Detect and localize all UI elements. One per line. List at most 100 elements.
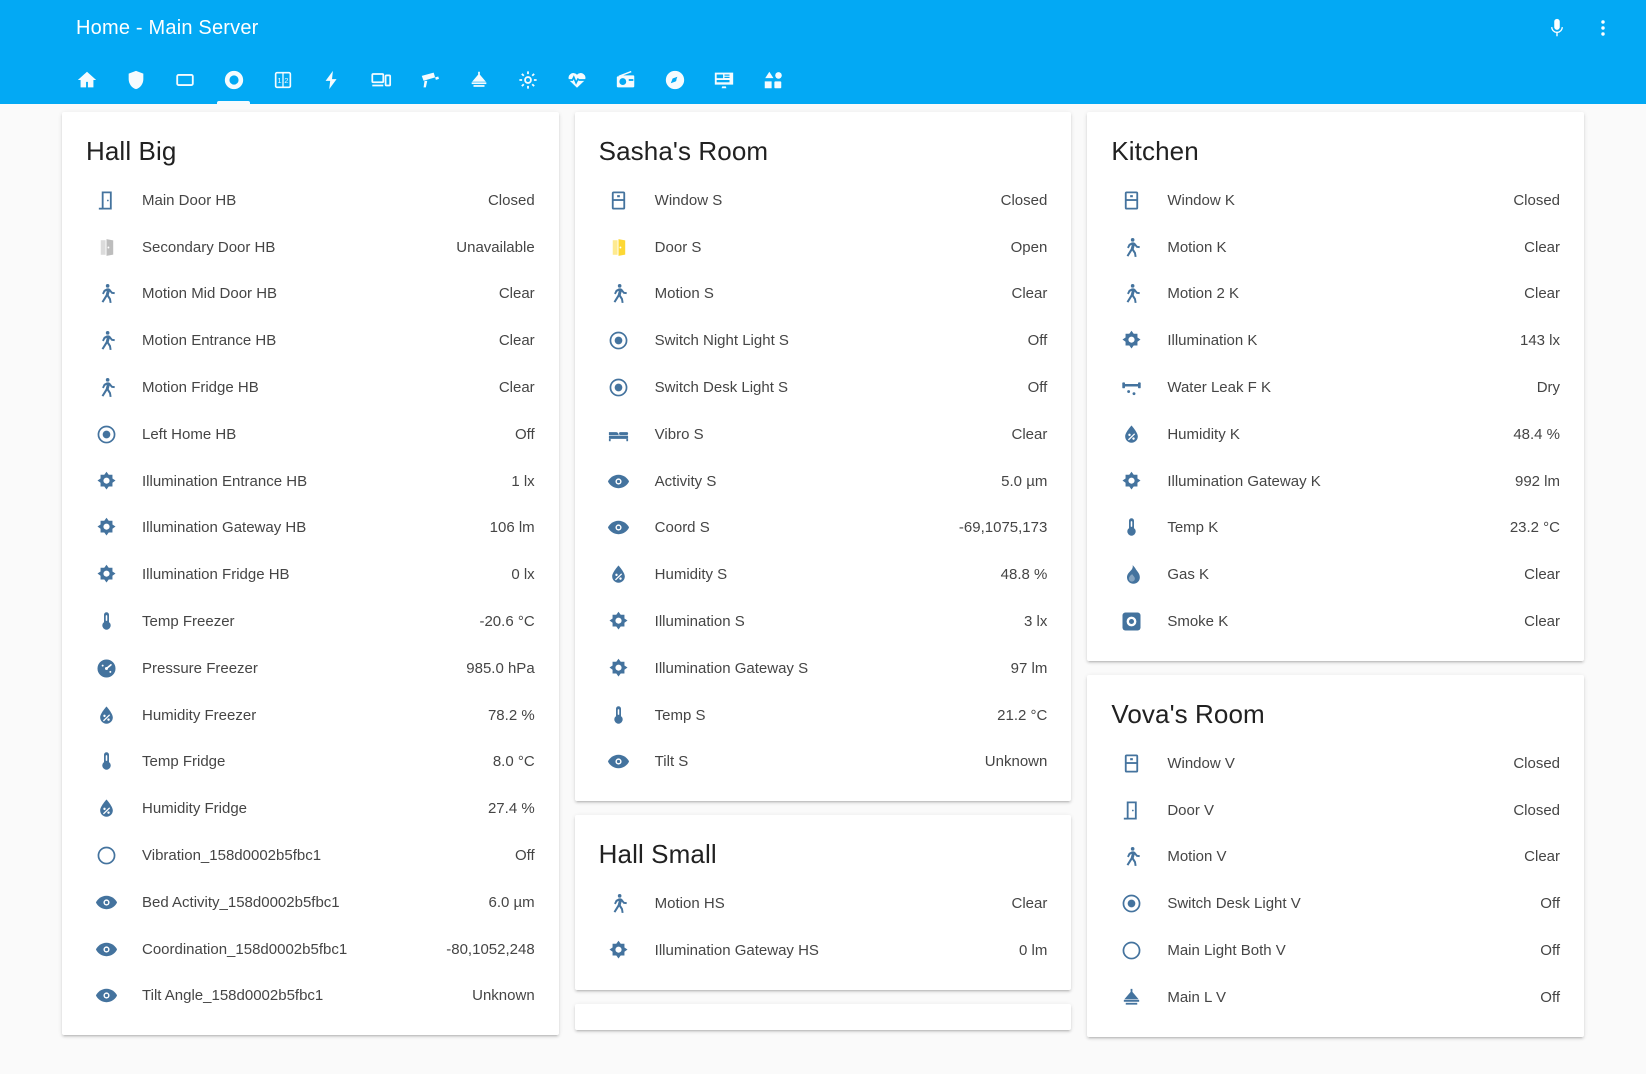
tab-shield[interactable] — [111, 56, 160, 104]
entity-state[interactable]: 5.0 µm — [989, 473, 1047, 490]
entity-state[interactable]: 48.4 % — [1501, 426, 1560, 443]
entity-state[interactable]: Dry — [1525, 379, 1560, 396]
brightness-icon[interactable] — [86, 470, 126, 493]
entity-state[interactable]: -80,1052,248 — [434, 941, 534, 958]
entity-row[interactable]: Gas K Clear — [1103, 551, 1568, 598]
motion-icon[interactable] — [1111, 282, 1151, 305]
entity-row[interactable]: Illumination Gateway HB 106 lm — [78, 505, 543, 552]
circle-outline-icon[interactable] — [1111, 939, 1151, 962]
tab-counter[interactable]: 12 — [258, 56, 307, 104]
tab-ceiling-light[interactable] — [454, 56, 503, 104]
door-open-icon[interactable] — [599, 236, 639, 259]
entity-state[interactable]: Clear — [1512, 285, 1560, 302]
ceiling-light-icon[interactable] — [1111, 986, 1151, 1009]
motion-icon[interactable] — [599, 282, 639, 305]
entity-state[interactable]: Clear — [487, 285, 535, 302]
entity-state[interactable]: 1 lx — [499, 473, 534, 490]
tab-gear[interactable] — [503, 56, 552, 104]
entity-state[interactable]: 8.0 °C — [481, 753, 535, 770]
motion-icon[interactable] — [86, 329, 126, 352]
window-closed-icon[interactable] — [1111, 752, 1151, 775]
entity-row[interactable]: Motion K Clear — [1103, 224, 1568, 271]
brightness-icon[interactable] — [599, 610, 639, 633]
entity-row[interactable]: Activity S 5.0 µm — [591, 458, 1056, 505]
window-closed-icon[interactable] — [1111, 189, 1151, 212]
entity-state[interactable]: Clear — [999, 426, 1047, 443]
brightness-icon[interactable] — [86, 563, 126, 586]
entity-row[interactable]: Left Home HB Off — [78, 411, 543, 458]
brightness-icon[interactable] — [1111, 470, 1151, 493]
entity-row[interactable]: Bed Activity_158d0002b5fbc1 6.0 µm — [78, 879, 543, 926]
entity-row[interactable]: Humidity K 48.4 % — [1103, 411, 1568, 458]
entity-row[interactable]: Illumination Entrance HB 1 lx — [78, 458, 543, 505]
entity-state[interactable]: -20.6 °C — [467, 613, 534, 630]
entity-state[interactable]: Off — [1528, 942, 1560, 959]
entity-row[interactable]: Illumination Gateway S 97 lm — [591, 645, 1056, 692]
entity-row[interactable]: Secondary Door HB Unavailable — [78, 224, 543, 271]
bed-icon[interactable] — [599, 423, 639, 446]
radio-button-icon[interactable] — [1111, 892, 1151, 915]
entity-state[interactable]: 78.2 % — [476, 707, 535, 724]
eye-icon[interactable] — [599, 516, 639, 539]
door-open-icon[interactable] — [86, 236, 126, 259]
entity-state[interactable]: Closed — [1501, 755, 1560, 772]
entity-state[interactable]: Open — [999, 239, 1048, 256]
tab-home[interactable] — [62, 56, 111, 104]
entity-row[interactable]: Window S Closed — [591, 177, 1056, 224]
entity-state[interactable]: 106 lm — [478, 519, 535, 536]
entity-state[interactable]: Closed — [476, 192, 535, 209]
tab-heart-pulse[interactable] — [552, 56, 601, 104]
humidity-icon[interactable] — [86, 797, 126, 820]
entity-state[interactable]: 48.8 % — [989, 566, 1048, 583]
entity-row[interactable]: Motion HS Clear — [591, 880, 1056, 927]
entity-row[interactable]: Switch Desk Light V Off — [1103, 880, 1568, 927]
entity-state[interactable]: Unknown — [460, 987, 535, 1004]
entity-row[interactable]: Coordination_158d0002b5fbc1 -80,1052,248 — [78, 926, 543, 973]
entity-row[interactable]: Main Light Both V Off — [1103, 927, 1568, 974]
brightness-icon[interactable] — [86, 516, 126, 539]
entity-state[interactable]: Off — [503, 847, 535, 864]
entity-state[interactable]: 985.0 hPa — [454, 660, 534, 677]
entity-row[interactable]: Window K Closed — [1103, 177, 1568, 224]
window-closed-icon[interactable] — [599, 189, 639, 212]
motion-icon[interactable] — [86, 282, 126, 305]
entity-row[interactable]: Tilt S Unknown — [591, 739, 1056, 786]
entity-state[interactable]: Off — [1528, 895, 1560, 912]
radio-button-icon[interactable] — [86, 423, 126, 446]
entity-row[interactable]: Motion Mid Door HB Clear — [78, 271, 543, 318]
entity-state[interactable]: Closed — [989, 192, 1048, 209]
entity-state[interactable]: Clear — [487, 379, 535, 396]
entity-state[interactable]: -69,1075,173 — [947, 519, 1047, 536]
entity-row[interactable]: Window V Closed — [1103, 740, 1568, 787]
motion-icon[interactable] — [599, 892, 639, 915]
entity-state[interactable]: 27.4 % — [476, 800, 535, 817]
eye-icon[interactable] — [599, 470, 639, 493]
brightness-icon[interactable] — [599, 657, 639, 680]
door-closed-icon[interactable] — [86, 189, 126, 212]
entity-row[interactable]: Pressure Freezer 985.0 hPa — [78, 645, 543, 692]
entity-state[interactable]: Off — [1016, 332, 1048, 349]
entity-state[interactable]: Clear — [487, 332, 535, 349]
entity-state[interactable]: 3 lx — [1012, 613, 1047, 630]
entity-row[interactable]: Tilt Angle_158d0002b5fbc1 Unknown — [78, 973, 543, 1020]
flame-icon[interactable] — [1111, 563, 1151, 586]
brightness-icon[interactable] — [599, 939, 639, 962]
entity-state[interactable]: 6.0 µm — [477, 894, 535, 911]
humidity-icon[interactable] — [599, 563, 639, 586]
entity-state[interactable]: 0 lm — [1007, 942, 1047, 959]
gauge-icon[interactable] — [86, 657, 126, 680]
entity-row[interactable]: Illumination K 143 lx — [1103, 317, 1568, 364]
entity-state[interactable]: 97 lm — [999, 660, 1048, 677]
eye-icon[interactable] — [86, 938, 126, 961]
entity-row[interactable]: Main Door HB Closed — [78, 177, 543, 224]
entity-row[interactable]: Smoke K Clear — [1103, 598, 1568, 645]
humidity-icon[interactable] — [86, 704, 126, 727]
entity-state[interactable]: Closed — [1501, 802, 1560, 819]
entity-row[interactable]: Illumination S 3 lx — [591, 598, 1056, 645]
entity-row[interactable]: Motion Fridge HB Clear — [78, 364, 543, 411]
entity-state[interactable]: 992 lm — [1503, 473, 1560, 490]
entity-row[interactable]: Motion S Clear — [591, 271, 1056, 318]
entity-state[interactable]: Clear — [1512, 613, 1560, 630]
entity-state[interactable]: Off — [1528, 989, 1560, 1006]
entity-row[interactable]: Temp K 23.2 °C — [1103, 505, 1568, 552]
